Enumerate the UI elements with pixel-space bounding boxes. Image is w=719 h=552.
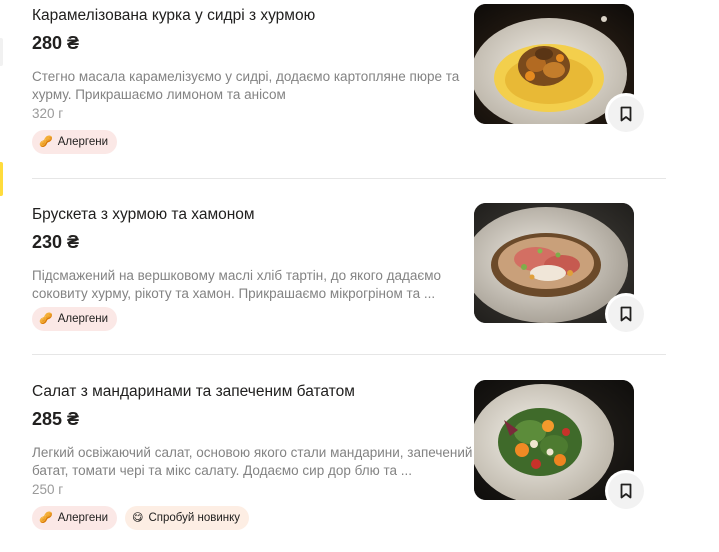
item-tags: 🥜 Алергени 😋 Спробуй новинку	[32, 506, 250, 530]
bookmark-button[interactable]	[608, 296, 644, 332]
bookmark-icon	[620, 306, 632, 322]
allergens-tag[interactable]: 🥜 Алергени	[32, 130, 117, 154]
menu-list: Карамелізована курка у сидрі з хурмою 28…	[0, 0, 719, 551]
item-price: 230 ₴	[32, 232, 80, 252]
bookmark-button[interactable]	[608, 96, 644, 132]
item-title: Карамелізована курка у сидрі з хурмою	[32, 7, 316, 24]
divider	[32, 354, 666, 355]
allergens-tag[interactable]: 🥜 Алергени	[32, 307, 117, 331]
bookmark-button[interactable]	[608, 473, 644, 509]
item-price: 280 ₴	[32, 33, 80, 53]
smiley-icon: 😋	[132, 511, 144, 524]
allergens-tag[interactable]: 🥜 Алергени	[32, 506, 117, 530]
bookmark-icon	[620, 106, 632, 122]
allergens-icon: 🥜	[39, 312, 53, 325]
item-title: Салат з мандаринами та запеченим бататом	[32, 383, 355, 400]
item-description-line: Легкий освіжаючий салат, основою якого с…	[32, 445, 473, 460]
bookmark-icon	[620, 483, 632, 499]
item-description-line: хурму. Прикрашаємо лимоном та анісом	[32, 87, 286, 102]
item-tags: 🥜 Алергени	[32, 130, 117, 154]
item-title: Брускета з хурмою та хамоном	[32, 206, 255, 223]
item-weight: 320 г	[32, 106, 64, 121]
item-tags: 🥜 Алергени	[32, 307, 117, 331]
divider	[32, 178, 666, 179]
tag-label: Алергени	[57, 313, 108, 325]
item-description-line: Стегно масала карамелізуємо у сидрі, дод…	[32, 69, 460, 84]
try-new-tag[interactable]: 😋 Спробуй новинку	[125, 506, 250, 530]
tag-label: Алергени	[57, 512, 108, 524]
tag-label: Алергени	[57, 136, 108, 148]
item-weight: 250 г	[32, 482, 64, 497]
allergens-icon: 🥜	[39, 135, 53, 148]
item-description-line: соковиту хурму, рікоту та хамон. Прикраш…	[32, 286, 436, 301]
item-description: Стегно масала карамелізуємо у сидрі, дод…	[32, 68, 482, 104]
tag-label: Спробуй новинку	[148, 512, 241, 524]
item-description-line: Підсмажений на вершковому маслі хліб тар…	[32, 268, 442, 283]
item-description-line: батат, томати чері та мікс салату. Додає…	[32, 463, 413, 478]
item-description: Легкий освіжаючий салат, основою якого с…	[32, 444, 482, 480]
item-description: Підсмажений на вершковому маслі хліб тар…	[32, 267, 482, 303]
allergens-icon: 🥜	[39, 511, 53, 524]
item-price: 285 ₴	[32, 409, 80, 429]
